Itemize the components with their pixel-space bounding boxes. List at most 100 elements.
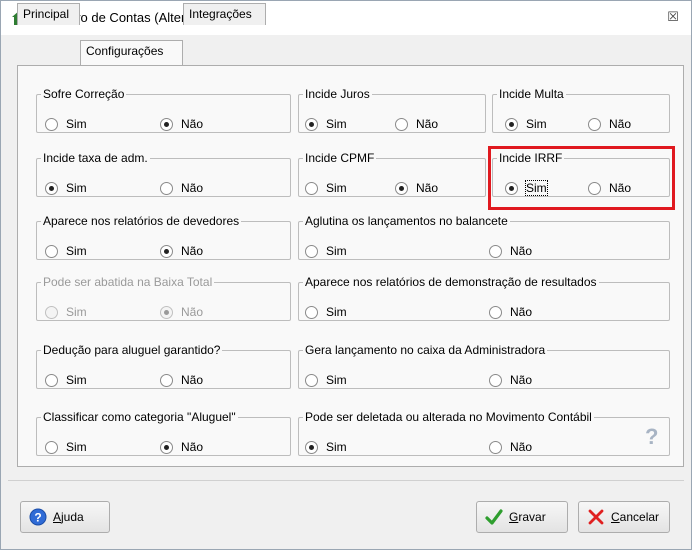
radio-label: Sim	[66, 181, 87, 195]
group-legend: Aparece nos relatórios de demonstração d…	[305, 275, 597, 289]
radio-aparece-devedores-sim[interactable]: Sim	[45, 243, 87, 259]
radio-label: Não	[609, 117, 632, 131]
radio-incide-juros-nao[interactable]: Não	[395, 116, 438, 132]
radio-pode-deletada-nao[interactable]: Não	[489, 439, 532, 455]
cancelar-button[interactable]: Cancelar	[578, 501, 670, 533]
tab-principal[interactable]: Principal	[17, 3, 80, 25]
radio-label: Sim	[326, 117, 347, 131]
radio-circle	[489, 373, 502, 387]
button-label: Ajuda	[53, 510, 84, 524]
radio-deducao-aluguel-sim[interactable]: Sim	[45, 372, 87, 388]
tab-label: Configurações	[86, 44, 164, 58]
group-legend: Dedução para aluguel garantido?	[43, 343, 221, 357]
radio-circle	[45, 305, 58, 319]
group-aglutina-balancete: Aglutina os lançamentos no balancete Sim…	[298, 214, 670, 260]
radio-circle	[505, 181, 518, 195]
group-classificar-aluguel: Classificar como categoria "Aluguel" Sim…	[36, 410, 291, 456]
radio-label: Não	[181, 117, 204, 131]
radio-deducao-aluguel-nao[interactable]: Não	[160, 372, 203, 388]
group-legend: Gera lançamento no caixa da Administrado…	[305, 343, 546, 357]
radio-gera-lancamento-nao[interactable]: Não	[489, 372, 532, 388]
group-legend: Incide taxa de adm.	[43, 151, 148, 165]
radio-label: Sim	[525, 180, 548, 196]
radio-aparece-demonstracao-sim[interactable]: Sim	[305, 304, 347, 320]
group-legend: Incide CPMF	[305, 151, 375, 165]
group-incide-multa: Incide Multa Sim Não	[492, 87, 670, 133]
radio-label: Não	[510, 305, 533, 319]
radio-incide-irrf-sim[interactable]: Sim	[505, 180, 548, 196]
group-legend: Incide Juros	[305, 87, 370, 101]
radio-circle	[160, 117, 173, 131]
radio-pode-deletada-sim[interactable]: Sim	[305, 439, 347, 455]
group-aparece-devedores: Aparece nos relatórios de devedores Sim …	[36, 214, 291, 260]
radio-incide-irrf-nao[interactable]: Não	[588, 180, 631, 196]
radio-incide-multa-nao[interactable]: Não	[588, 116, 631, 132]
group-sofre-correcao: Sofre Correção Sim Não	[36, 87, 291, 133]
radio-label: Sim	[66, 244, 87, 258]
tab-integracoes[interactable]: Integrações	[183, 3, 266, 25]
group-legend: Pode ser abatida na Baixa Total	[43, 275, 213, 289]
radio-circle	[45, 181, 58, 195]
radio-incide-taxa-adm-nao[interactable]: Não	[160, 180, 203, 196]
radio-circle	[588, 117, 601, 131]
close-icon[interactable]: ☒	[665, 9, 681, 25]
radio-circle	[395, 181, 408, 195]
radio-sofre-correcao-nao[interactable]: Não	[160, 116, 203, 132]
gravar-button[interactable]: Gravar	[476, 501, 568, 533]
radio-incide-cpmf-nao[interactable]: Não	[395, 180, 438, 196]
ajuda-button[interactable]: ? Ajuda	[20, 501, 110, 533]
tab-label: Principal	[23, 7, 70, 21]
radio-circle	[160, 373, 173, 387]
radio-label: Não	[510, 373, 533, 387]
radio-abatida-baixa-total-nao: Não	[160, 304, 203, 320]
radio-label: Sim	[326, 181, 347, 195]
radio-circle	[45, 440, 58, 454]
radio-classificar-aluguel-sim[interactable]: Sim	[45, 439, 87, 455]
radio-circle	[305, 181, 318, 195]
radio-label: Sim	[526, 117, 547, 131]
x-icon	[588, 509, 604, 525]
group-deducao-aluguel: Dedução para aluguel garantido? Sim Não	[36, 343, 291, 389]
radio-label: Sim	[66, 305, 87, 319]
svg-text:?: ?	[34, 511, 41, 525]
group-incide-irrf: Incide IRRF Sim Não	[492, 151, 670, 197]
radio-circle	[45, 373, 58, 387]
radio-label: Sim	[66, 117, 87, 131]
group-gera-lancamento-caixa: Gera lançamento no caixa da Administrado…	[298, 343, 670, 389]
radio-aparece-demonstracao-nao[interactable]: Não	[489, 304, 532, 320]
radio-incide-cpmf-sim[interactable]: Sim	[305, 180, 347, 196]
radio-circle	[305, 305, 318, 319]
radio-label: Sim	[66, 440, 87, 454]
radio-circle	[305, 244, 318, 258]
radio-aglutina-balancete-nao[interactable]: Não	[489, 243, 532, 259]
group-incide-taxa-adm: Incide taxa de adm. Sim Não	[36, 151, 291, 197]
radio-incide-juros-sim[interactable]: Sim	[305, 116, 347, 132]
radio-aparece-devedores-nao[interactable]: Não	[160, 243, 203, 259]
tab-configuracoes[interactable]: Configurações	[80, 40, 183, 65]
radio-circle	[489, 305, 502, 319]
group-legend: Pode ser deletada ou alterada no Movimen…	[305, 410, 592, 424]
radio-circle	[305, 373, 318, 387]
radio-circle	[160, 244, 173, 258]
radio-circle	[489, 244, 502, 258]
radio-incide-multa-sim[interactable]: Sim	[505, 116, 547, 132]
tab-label: Integrações	[189, 7, 252, 21]
radio-label: Não	[181, 305, 204, 319]
title-bar: Cadastro de Contas (Alteração) ☒	[1, 1, 691, 35]
radio-sofre-correcao-sim[interactable]: Sim	[45, 116, 87, 132]
radio-label: Não	[510, 244, 533, 258]
context-help-icon[interactable]: ?	[645, 424, 658, 450]
radio-label: Sim	[326, 373, 347, 387]
radio-label: Não	[181, 373, 204, 387]
radio-label: Sim	[326, 244, 347, 258]
radio-circle	[489, 440, 502, 454]
radio-classificar-aluguel-nao[interactable]: Não	[160, 439, 203, 455]
radio-gera-lancamento-sim[interactable]: Sim	[305, 372, 347, 388]
radio-incide-taxa-adm-sim[interactable]: Sim	[45, 180, 87, 196]
radio-label: Sim	[326, 305, 347, 319]
group-legend: Aparece nos relatórios de devedores	[43, 214, 240, 228]
group-legend: Aglutina os lançamentos no balancete	[305, 214, 508, 228]
radio-aglutina-balancete-sim[interactable]: Sim	[305, 243, 347, 259]
radio-circle	[588, 181, 601, 195]
group-legend: Sofre Correção	[43, 87, 125, 101]
